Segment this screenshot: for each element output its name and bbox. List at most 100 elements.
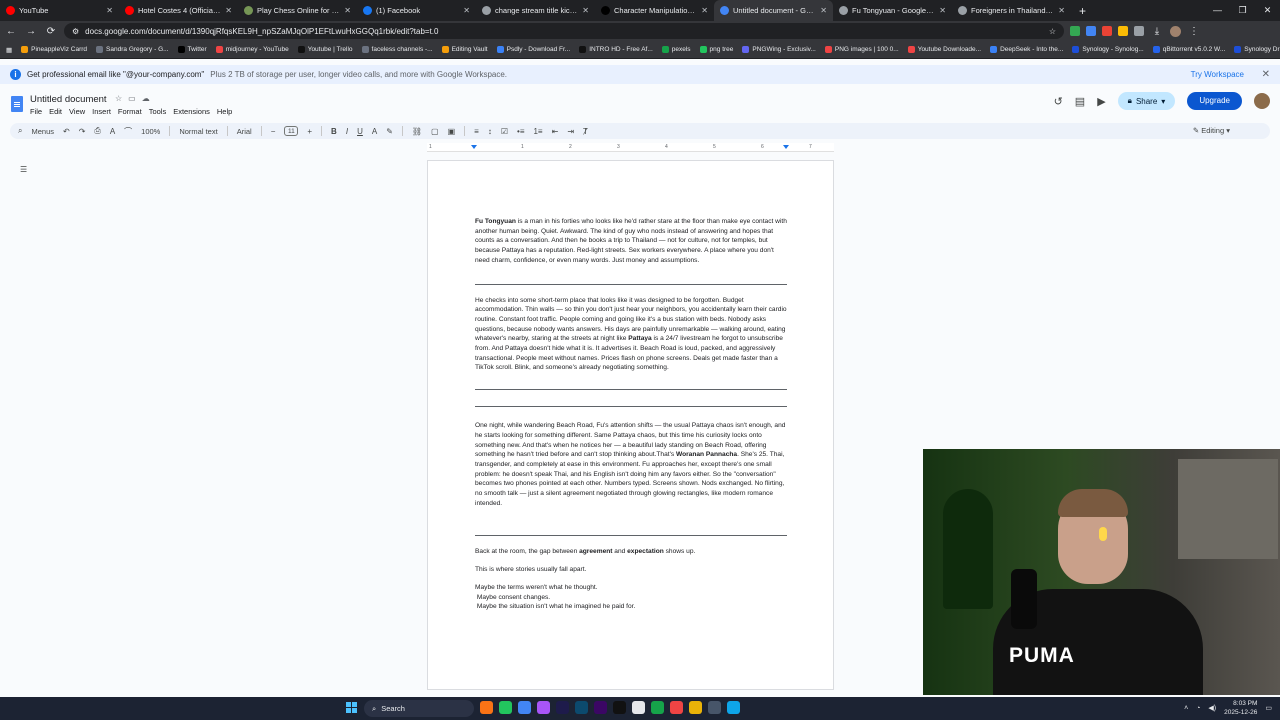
bookmark-item[interactable]: Psdly - Download Fr... [496,46,570,53]
font-size-input[interactable]: 11 [284,126,299,136]
browser-tab[interactable]: change stream title kick - Goog ✕ [476,0,595,21]
clear-formatting-icon[interactable]: Ⱦ [583,127,588,136]
tab-close-icon[interactable]: ✕ [225,6,232,15]
tab-close-icon[interactable]: ✕ [344,6,351,15]
ruler[interactable]: 1 1 2 3 4 5 6 7 [427,143,834,152]
browser-tab[interactable]: Foreigners in Thailand Prison ✕ [952,0,1071,21]
bookmark-item[interactable]: pexels [661,46,691,53]
bookmark-item[interactable]: DeepSeek - Into the... [990,46,1063,53]
browser-tab[interactable]: (1) Facebook ✕ [357,0,476,21]
download-icon[interactable]: ⤓ [1150,26,1164,37]
chrome-menu-icon[interactable]: ⋮ [1187,26,1201,37]
app-icon[interactable] [632,701,645,714]
taskbar-search[interactable]: ⌕ Search [364,700,474,717]
bookmark-star-icon[interactable]: ☆ [1049,27,1056,36]
underline-icon[interactable]: U [357,127,363,136]
document-page[interactable]: Fu Tongyuan is a man in his forties who … [427,160,834,690]
highlight-icon[interactable]: ✎ [386,127,393,136]
menu-item-tools[interactable]: Tools [149,107,167,116]
app-icon[interactable] [727,701,740,714]
minimize-button[interactable]: — [1205,0,1230,21]
address-bar[interactable]: ⚙ docs.google.com/document/d/1390qjRfqsK… [64,23,1064,39]
browser-tab[interactable]: Hotel Costes 4 (Official Full ✕ [119,0,238,21]
tab-close-icon[interactable]: ✕ [820,6,827,15]
menu-item-edit[interactable]: Edit [49,107,62,116]
star-icon[interactable]: ☆ [115,94,122,103]
increase-font-icon[interactable]: + [307,127,312,136]
capcut-icon[interactable] [613,701,626,714]
extension-icon[interactable] [1086,26,1096,36]
cloud-status-icon[interactable]: ☁ [142,94,150,103]
bookmark-item[interactable]: PNG images | 100 0... [824,46,899,53]
tab-close-icon[interactable]: ✕ [463,6,470,15]
tab-close-icon[interactable]: ✕ [582,6,589,15]
app-icon[interactable] [651,701,664,714]
wifi-icon[interactable]: ◔ [1196,705,1200,712]
right-indent-marker[interactable] [783,145,789,149]
paragraph[interactable]: This is where stories usually fall apart… [475,565,787,575]
menu-item-view[interactable]: View [69,107,85,116]
app-icon[interactable] [670,701,683,714]
paragraph[interactable]: Fu Tongyuan is a man in his forties who … [475,217,787,266]
bookmark-item[interactable]: Synology Drive online [1234,46,1280,53]
paragraph[interactable]: Maybe consent changes. [475,593,787,603]
windows-start-icon[interactable] [346,702,358,714]
image-icon[interactable]: ▣ [448,127,456,136]
bookmark-item[interactable]: midjourney - YouTube [215,46,289,53]
avatar[interactable] [1254,93,1270,109]
tab-close-icon[interactable]: ✕ [1058,6,1065,15]
volume-icon[interactable]: ◀) [1208,704,1216,712]
bold-icon[interactable]: B [331,127,337,136]
bookmark-item[interactable]: Editing Vault [441,46,488,53]
paragraph[interactable]: Maybe the situation isn't what he imagin… [475,602,787,612]
extension-icon[interactable] [1102,26,1112,36]
close-icon[interactable]: ✕ [1262,69,1270,80]
chrome-icon[interactable] [518,701,531,714]
bookmark-item[interactable]: qBittorrent v5.0.2 W... [1152,46,1225,53]
paragraph[interactable]: One night, while wandering Beach Road, F… [475,421,787,508]
menu-item-help[interactable]: Help [217,107,232,116]
app-icon[interactable] [537,701,550,714]
bookmark-item[interactable]: Synology - Synolog... [1072,46,1144,53]
bookmark-item[interactable]: INTRO HD - Free Af... [579,46,653,53]
photoshop-icon[interactable] [575,701,588,714]
tab-close-icon[interactable]: ✕ [939,6,946,15]
align-icon[interactable]: ≡ [474,127,479,136]
extensions-puzzle-icon[interactable] [1134,26,1144,36]
menu-item-file[interactable]: File [30,107,42,116]
bookmark-item[interactable]: faceless channels -... [361,46,433,53]
new-tab-button[interactable]: + [1071,0,1094,21]
url-text[interactable]: docs.google.com/document/d/1390qjRfqsKEL… [85,27,1043,36]
close-window-button[interactable]: ✕ [1255,0,1280,21]
share-button[interactable]: 🔒︎ Share ▾ [1117,92,1176,110]
italic-icon[interactable]: I [346,127,348,136]
forward-icon[interactable]: → [24,26,38,37]
file-explorer-icon[interactable] [689,701,702,714]
back-icon[interactable]: ← [4,26,18,37]
outline-icon[interactable]: ☰ [20,165,27,174]
checklist-icon[interactable]: ☑ [501,127,508,136]
font-select[interactable]: Arial [237,127,252,136]
app-icon[interactable] [499,701,512,714]
zoom-select[interactable]: 100% [141,127,160,136]
link-icon[interactable]: ⛓ [412,127,422,136]
maximize-button[interactable]: ❐ [1230,0,1255,21]
bookmark-item[interactable]: Twitter [177,46,207,53]
chevron-up-icon[interactable]: ˄ [1184,705,1188,712]
menus-search[interactable]: Menus [31,127,54,136]
profile-avatar[interactable] [1170,25,1181,37]
site-info-icon[interactable]: ⚙ [72,27,79,36]
redo-icon[interactable]: ↷ [79,127,86,136]
decrease-indent-icon[interactable]: ⇤ [552,127,559,136]
paragraph[interactable]: Maybe the terms weren't what he thought. [475,583,787,593]
print-icon[interactable]: ⎙ [94,126,100,136]
comments-icon[interactable]: ▤ [1075,95,1085,108]
paragraph[interactable]: He checks into some short-term place tha… [475,296,787,374]
line-spacing-icon[interactable]: ↕ [488,127,492,136]
tab-close-icon[interactable]: ✕ [106,6,113,15]
meet-icon[interactable]: ▶ [1097,95,1105,108]
numbered-list-icon[interactable]: 1≡ [533,127,542,136]
style-select[interactable]: Normal text [179,127,217,136]
paragraph[interactable]: Back at the room, the gap between agreem… [475,547,787,557]
paint-format-icon[interactable]: ⌒ [124,126,132,137]
